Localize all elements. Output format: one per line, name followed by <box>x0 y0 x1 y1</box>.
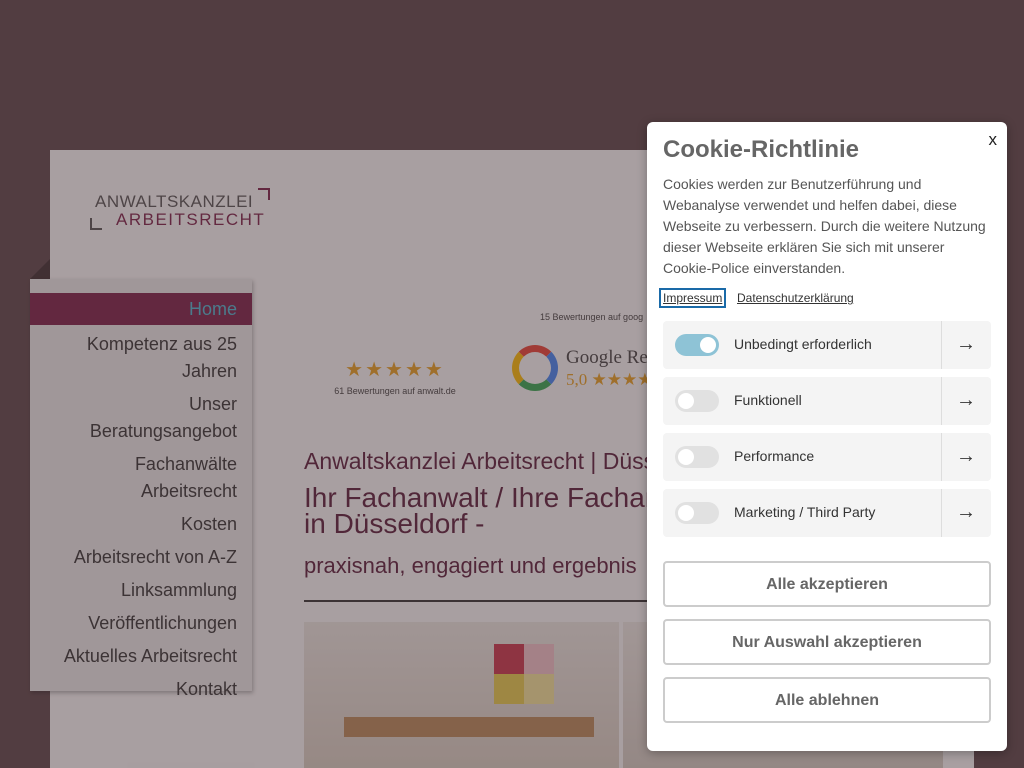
toggle-performance[interactable] <box>675 446 719 468</box>
arrow-right-icon[interactable]: → <box>956 389 976 412</box>
category-label: Marketing / Third Party <box>734 504 876 520</box>
accept-selection-button[interactable]: Nur Auswahl akzeptieren <box>663 619 991 665</box>
toggle-required[interactable] <box>675 334 719 356</box>
divider <box>941 377 942 425</box>
cookie-category-required: Unbedingt erforderlich → <box>663 321 991 369</box>
category-label: Funktionell <box>734 392 802 408</box>
cookie-category-performance: Performance → <box>663 433 991 481</box>
divider <box>941 321 942 369</box>
category-label: Performance <box>734 448 815 464</box>
divider <box>941 489 942 537</box>
reject-all-button[interactable]: Alle ablehnen <box>663 677 991 723</box>
toggle-knob <box>678 505 694 521</box>
toggle-knob <box>678 449 694 465</box>
cookie-category-marketing: Marketing / Third Party → <box>663 489 991 537</box>
toggle-knob <box>678 393 694 409</box>
cookie-description: Cookies werden zur Benutzerführung und W… <box>663 176 986 276</box>
toggle-functional[interactable] <box>675 390 719 412</box>
cookie-title: Cookie-Richtlinie <box>663 136 860 163</box>
toggle-knob <box>700 337 716 353</box>
toggle-marketing[interactable] <box>675 502 719 524</box>
category-label: Unbedingt erforderlich <box>734 336 872 352</box>
arrow-right-icon[interactable]: → <box>956 333 976 356</box>
impressum-link[interactable]: Impressum <box>659 288 727 308</box>
divider <box>941 433 942 481</box>
arrow-right-icon[interactable]: → <box>956 501 976 524</box>
arrow-right-icon[interactable]: → <box>956 445 976 468</box>
accept-all-button[interactable]: Alle akzeptieren <box>663 561 991 607</box>
close-button[interactable]: x <box>989 130 998 150</box>
cookie-category-functional: Funktionell → <box>663 377 991 425</box>
privacy-link[interactable]: Datenschutzerklärung <box>737 290 854 306</box>
cookie-dialog: x Cookie-Richtlinie Cookies werden zur B… <box>647 122 1007 751</box>
